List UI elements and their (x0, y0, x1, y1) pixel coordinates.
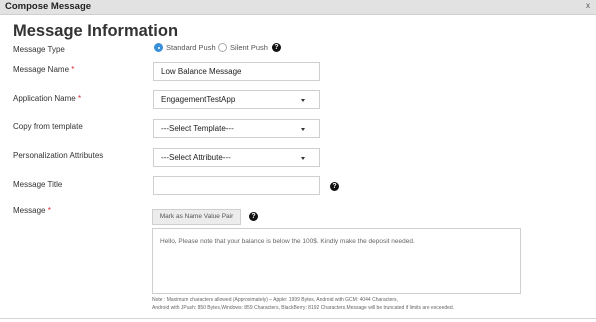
message-help-icon[interactable]: ? (249, 212, 258, 221)
required-marker: * (71, 65, 75, 74)
message-name-input[interactable]: Low Balance Message (153, 62, 320, 81)
silent-push-radio[interactable] (218, 43, 227, 52)
standard-push-radio[interactable] (154, 43, 163, 52)
copy-template-label: Copy from template (13, 122, 83, 131)
character-limit-note-line2: Android with JPush: 850 Bytes,Windows: 8… (152, 305, 455, 311)
chevron-down-icon (301, 157, 305, 160)
personalization-label: Personalization Attributes (13, 151, 104, 160)
template-select[interactable]: ---Select Template--- (153, 119, 320, 138)
bottom-divider (0, 318, 596, 319)
close-button[interactable]: x (586, 1, 590, 10)
message-title-label: Message Title (13, 180, 63, 189)
application-name-label: Application Name * (13, 94, 81, 103)
message-name-label-text: Message Name (13, 65, 70, 74)
message-name-label: Message Name * (13, 65, 74, 74)
dialog-title: Compose Message (5, 1, 92, 12)
required-marker: * (77, 94, 82, 103)
message-textarea[interactable]: Hello, Please note that your balance is … (152, 228, 521, 294)
silent-push-label: Silent Push (230, 43, 268, 52)
dialog-title-bar: Compose Message x (0, 0, 596, 15)
character-limit-note-line1: Note : Maximum characters allowed (Appro… (152, 297, 398, 303)
attribute-select[interactable]: ---Select Attribute--- (153, 148, 320, 167)
application-name-label-text: Application Name (13, 94, 76, 103)
chevron-down-icon (301, 99, 305, 102)
message-type-label: Message Type (13, 45, 65, 54)
message-type-help-icon[interactable]: ? (272, 43, 281, 52)
standard-push-label: Standard Push (166, 43, 216, 52)
required-marker: * (47, 206, 51, 215)
message-title-help-icon[interactable]: ? (330, 182, 339, 191)
attribute-select-value: ---Select Attribute--- (161, 153, 231, 162)
mark-name-value-pair-button[interactable]: Mark as Name Value Pair (152, 209, 241, 225)
application-name-select[interactable]: EngagementTestApp (153, 90, 320, 109)
chevron-down-icon (301, 128, 305, 131)
section-title: Message Information (13, 22, 179, 40)
message-title-input[interactable] (153, 176, 320, 195)
template-select-value: ---Select Template--- (161, 124, 234, 133)
message-label: Message * (13, 206, 51, 215)
message-label-text: Message (13, 206, 46, 215)
application-name-value: EngagementTestApp (161, 95, 236, 104)
